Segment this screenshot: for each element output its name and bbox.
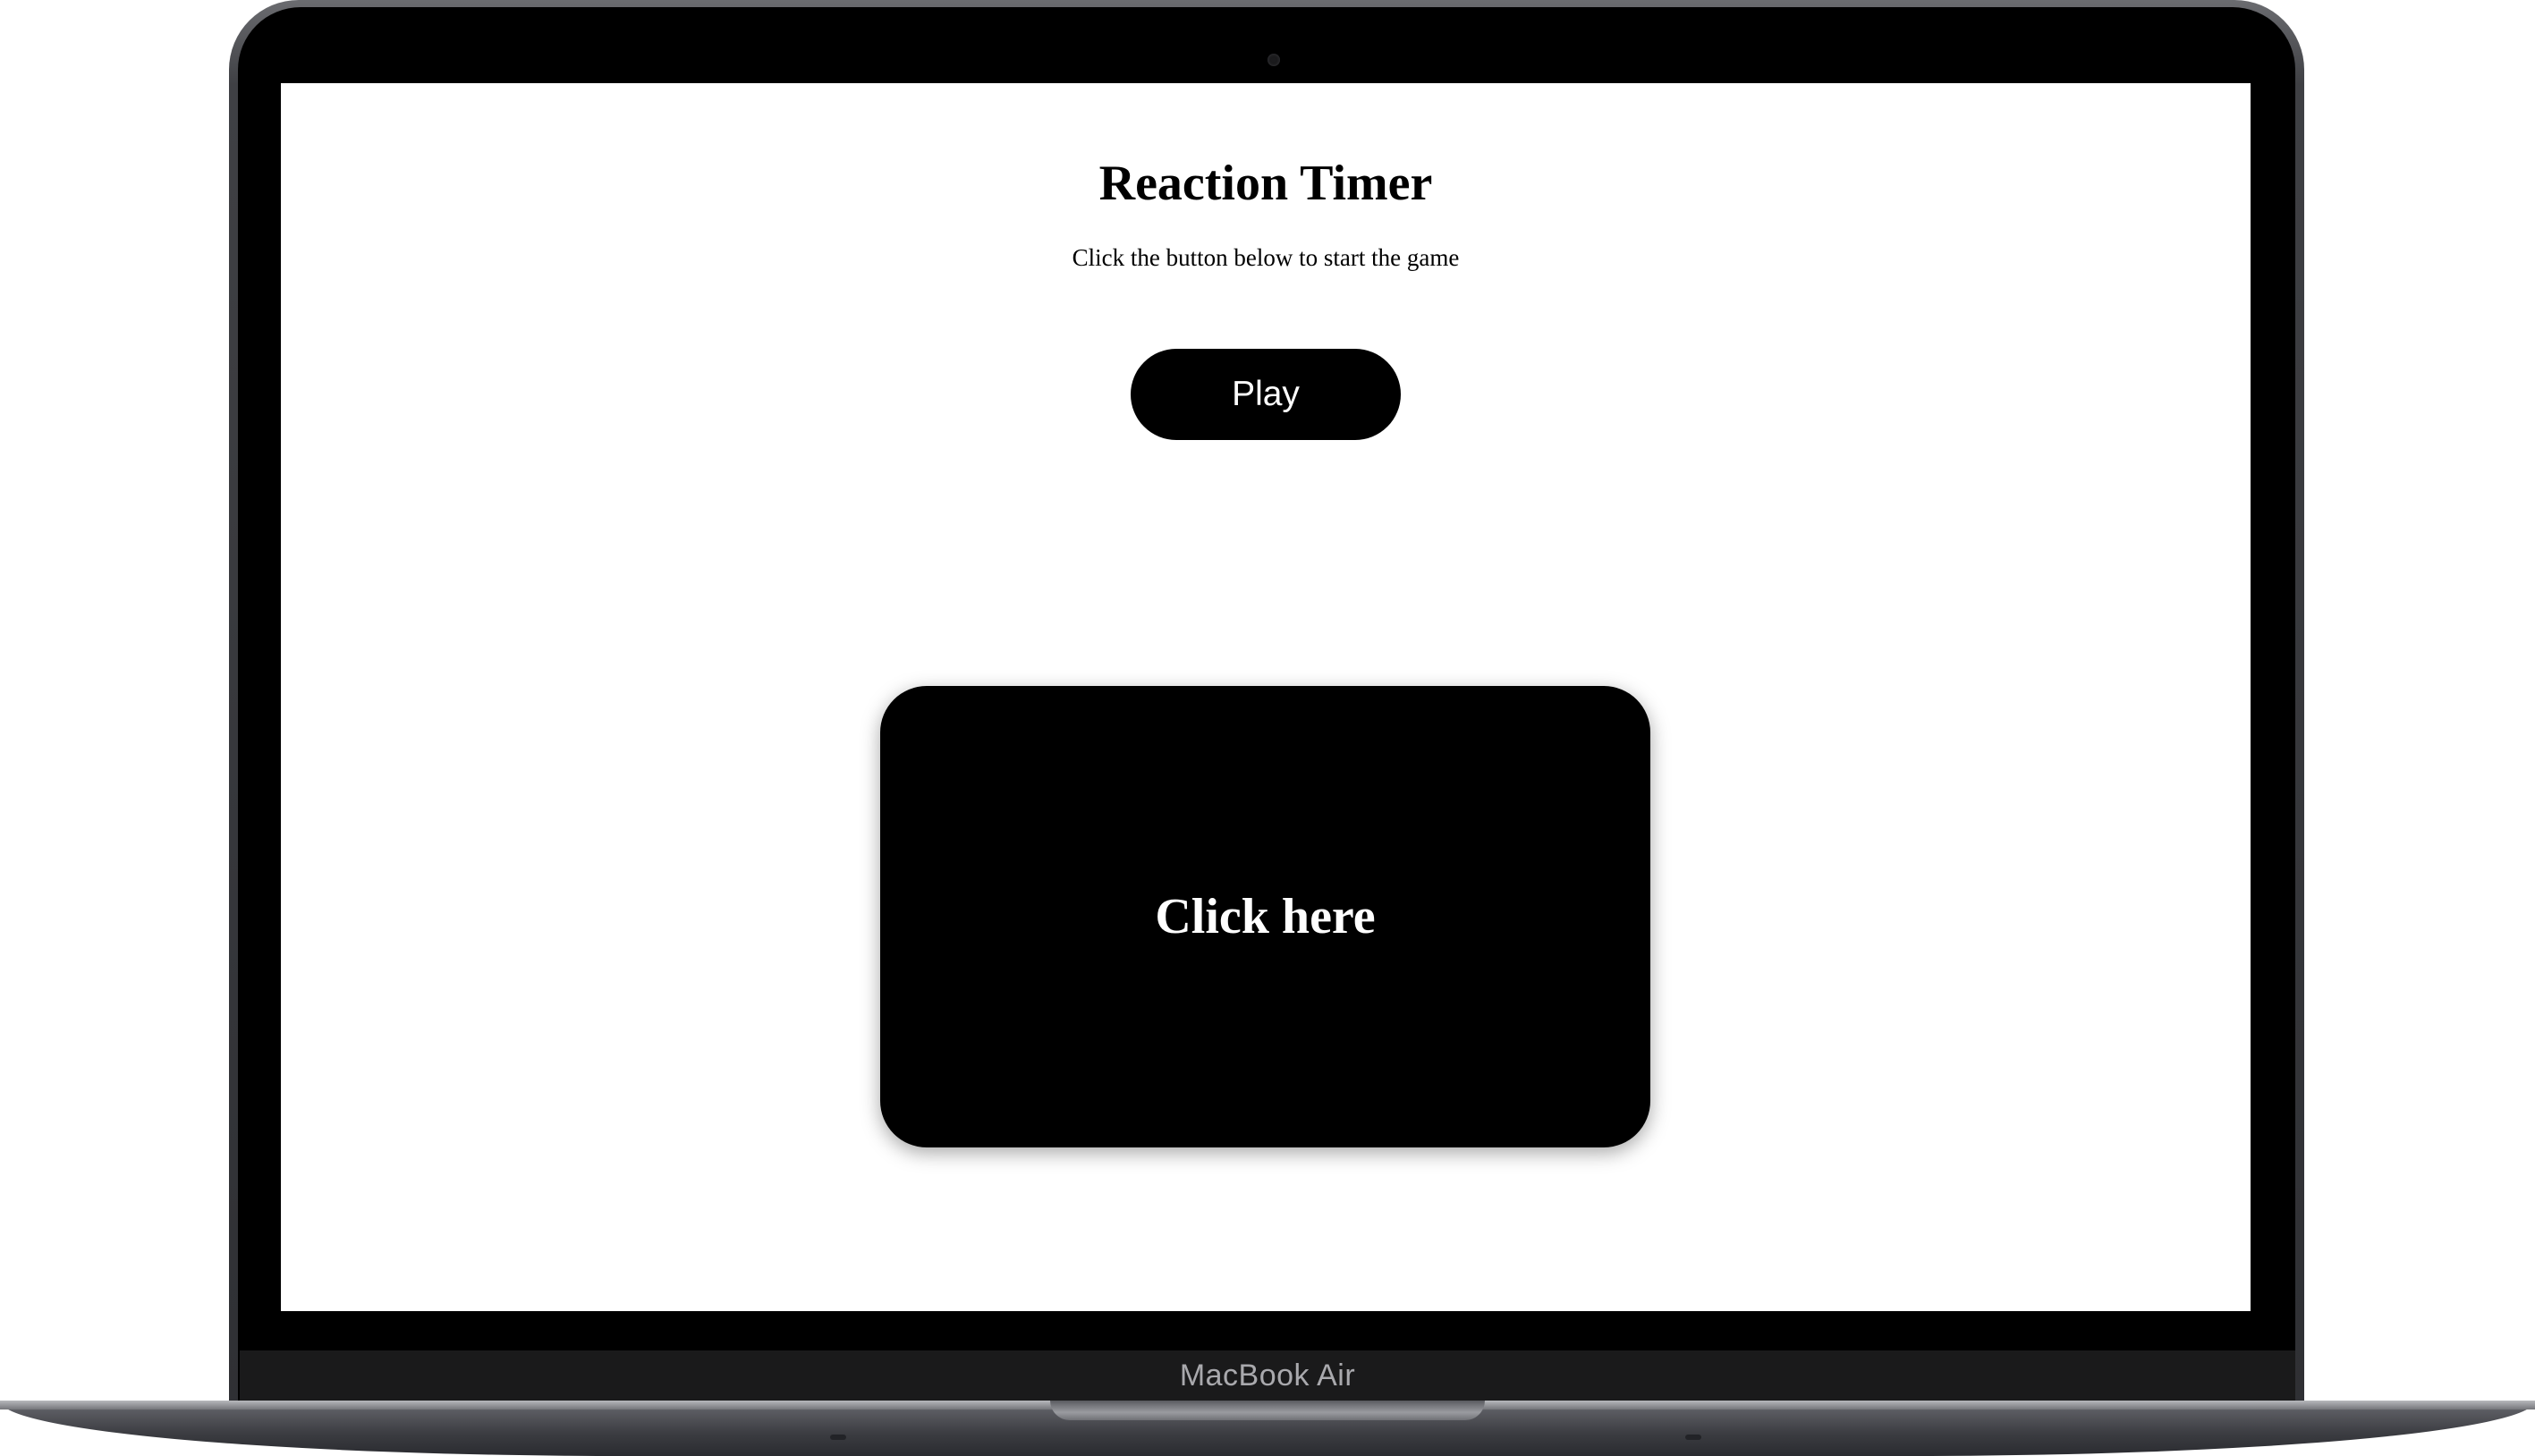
- play-button[interactable]: Play: [1131, 349, 1401, 440]
- laptop-foot: [830, 1435, 846, 1440]
- laptop-chin: MacBook Air: [240, 1350, 2295, 1401]
- click-area-label: Click here: [1155, 889, 1376, 944]
- camera-icon: [1268, 54, 1280, 66]
- laptop-hinge-notch: [1050, 1401, 1485, 1420]
- browser-viewport: Reaction Timer Click the button below to…: [281, 83, 2251, 1311]
- brand-label: MacBook Air: [1179, 1358, 1356, 1393]
- laptop-foot: [1685, 1435, 1701, 1440]
- page-title: Reaction Timer: [1098, 156, 1433, 211]
- instructions-text: Click the button below to start the game: [1072, 244, 1460, 271]
- reaction-click-area[interactable]: Click here: [880, 686, 1650, 1147]
- laptop-mockup: Reaction Timer Click the button below to…: [0, 0, 2535, 1456]
